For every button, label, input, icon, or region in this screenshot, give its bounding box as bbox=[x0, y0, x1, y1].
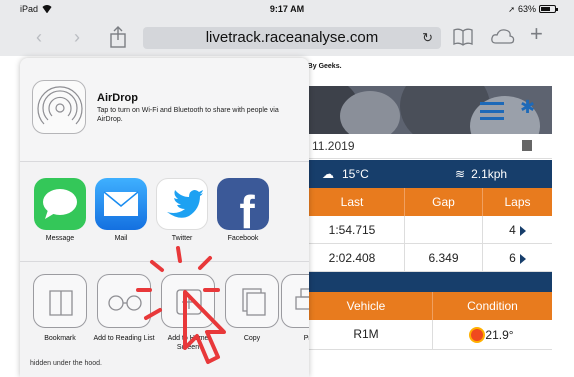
message-icon[interactable] bbox=[34, 178, 86, 230]
settings-gear-icon[interactable]: ✱ bbox=[520, 98, 535, 116]
action-label: Pri bbox=[303, 335, 309, 342]
vehicle-name: R1M bbox=[353, 327, 379, 341]
share-app-twitter[interactable]: Twitter bbox=[152, 178, 212, 242]
twitter-icon[interactable] bbox=[156, 178, 208, 230]
action-copy[interactable]: Copy bbox=[220, 274, 284, 343]
sun-icon bbox=[471, 328, 484, 341]
date-row: 11.2019 bbox=[300, 134, 552, 159]
action-label: Add to Home Screen bbox=[167, 335, 209, 351]
col-gap-header[interactable]: Gap bbox=[404, 188, 482, 216]
col-last-header[interactable]: Last bbox=[300, 188, 404, 216]
share-app-message[interactable]: Message bbox=[30, 178, 90, 242]
print-icon[interactable] bbox=[281, 274, 309, 328]
weather-cloud-icon: ☁ bbox=[322, 167, 334, 181]
race-date: 11.2019 bbox=[312, 139, 355, 153]
plus-square-icon[interactable] bbox=[161, 274, 215, 328]
table-row[interactable]: 2:02.408 6.349 6 bbox=[300, 244, 552, 272]
col-vehicle-header[interactable]: Vehicle bbox=[300, 292, 432, 320]
new-tab-button[interactable]: + bbox=[530, 23, 543, 45]
airdrop-title: AirDrop bbox=[97, 92, 138, 104]
wind-icon: ≋ bbox=[455, 167, 466, 181]
mail-icon[interactable] bbox=[95, 178, 147, 230]
app-label: Facebook bbox=[227, 235, 259, 242]
expand-arrow-icon[interactable] bbox=[519, 253, 526, 264]
col-condition-header[interactable]: Condition bbox=[432, 292, 552, 320]
forward-button[interactable]: › bbox=[74, 28, 80, 46]
battery-icon bbox=[539, 5, 558, 13]
airdrop-description: Tap to turn on Wi-Fi and Bluetooth to sh… bbox=[97, 107, 279, 123]
action-print[interactable]: Pri bbox=[276, 274, 309, 343]
laps-count: 4 bbox=[509, 223, 516, 237]
condition-cell: 21.9° bbox=[432, 320, 552, 349]
share-icon[interactable] bbox=[108, 26, 128, 48]
share-sheet: AirDrop Tap to turn on Wi-Fi and Bluetoo… bbox=[20, 58, 309, 377]
laps-cell: 6 bbox=[482, 244, 552, 271]
expand-arrow-icon[interactable] bbox=[519, 225, 526, 236]
share-app-mail[interactable]: Mail bbox=[91, 178, 151, 242]
status-time: 9:17 AM bbox=[269, 4, 305, 14]
battery-percent: 63% bbox=[517, 4, 536, 14]
cloud-tabs-icon[interactable] bbox=[490, 26, 516, 48]
url-text: livetrack.raceanalyse.com bbox=[205, 29, 379, 46]
book-icon[interactable] bbox=[33, 274, 87, 328]
bookmarks-icon[interactable] bbox=[452, 26, 474, 48]
temperature: 15°C bbox=[342, 167, 369, 181]
glasses-icon[interactable] bbox=[97, 274, 151, 328]
calendar-icon[interactable] bbox=[522, 140, 532, 151]
share-apps-row: Message Mail Twitter f Facebook bbox=[20, 162, 309, 262]
action-label: Bookmark bbox=[44, 335, 76, 342]
app-label: Message bbox=[45, 235, 75, 242]
table-row[interactable]: R1M 21.9° bbox=[300, 320, 552, 350]
app-label: Twitter bbox=[171, 235, 193, 242]
condition-temp: 21.9° bbox=[485, 327, 514, 342]
section-divider bbox=[300, 272, 552, 292]
action-add-to-home-screen[interactable]: Add to Home Screen bbox=[156, 274, 220, 352]
gap-value bbox=[404, 216, 482, 243]
laps-cell: 4 bbox=[482, 216, 552, 243]
svg-text:f: f bbox=[239, 186, 255, 230]
action-label: Add to Reading List bbox=[93, 335, 155, 342]
table-row[interactable]: 1:54.715 4 bbox=[300, 216, 552, 244]
hero-image bbox=[300, 86, 552, 134]
wind-speed: 2.1kph bbox=[471, 167, 508, 181]
back-button[interactable]: ‹ bbox=[36, 28, 42, 46]
action-reading-list[interactable]: Add to Reading List bbox=[92, 274, 156, 343]
col-laps-header[interactable]: Laps bbox=[482, 188, 552, 216]
copy-icon[interactable] bbox=[225, 274, 279, 328]
footer-text: hidden under the hood. bbox=[30, 360, 103, 367]
weather-bar: ☁ 15°C ≋ 2.1kph bbox=[300, 160, 552, 188]
address-bar[interactable]: livetrack.raceanalyse.com ↻ bbox=[143, 27, 441, 49]
reload-icon[interactable]: ↻ bbox=[422, 27, 433, 49]
airdrop-icon[interactable] bbox=[32, 80, 86, 134]
laps-table-header: Last Gap Laps bbox=[300, 188, 552, 216]
location-icon: ➚ bbox=[508, 4, 515, 14]
status-bar: iPad 9:17 AM ➚ 63% bbox=[0, 0, 574, 20]
app-label: Mail bbox=[114, 235, 128, 242]
action-bookmark[interactable]: Bookmark bbox=[28, 274, 92, 343]
facebook-icon[interactable]: f bbox=[217, 178, 269, 230]
laps-count: 6 bbox=[509, 251, 516, 265]
browser-toolbar: ‹ › livetrack.raceanalyse.com ↻ + bbox=[0, 20, 574, 56]
last-lap-time: 2:02.408 bbox=[328, 251, 376, 265]
last-lap-time: 1:54.715 bbox=[328, 223, 376, 237]
menu-icon[interactable] bbox=[480, 102, 504, 120]
gap-value: 6.349 bbox=[404, 244, 482, 271]
share-app-facebook[interactable]: f Facebook bbox=[213, 178, 273, 242]
status-right: ➚ 63% bbox=[508, 4, 558, 14]
airdrop-section[interactable]: AirDrop Tap to turn on Wi-Fi and Bluetoo… bbox=[20, 58, 309, 162]
vehicle-table-header: Vehicle Condition bbox=[300, 292, 552, 320]
action-label: Copy bbox=[243, 335, 261, 342]
